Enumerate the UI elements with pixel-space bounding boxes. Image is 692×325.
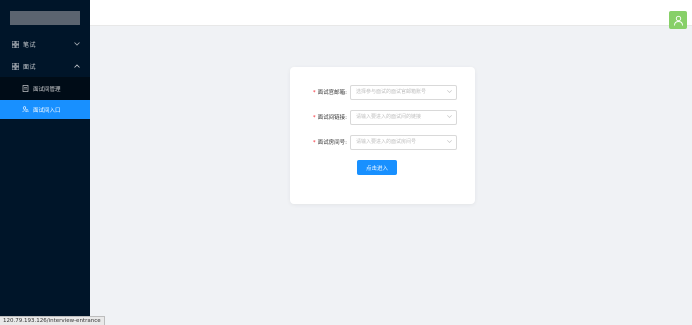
menu-label: 笔试 bbox=[23, 41, 37, 49]
menu-written-test[interactable]: 笔试 bbox=[0, 33, 90, 55]
logo-placeholder bbox=[10, 11, 80, 25]
grid-icon bbox=[11, 62, 19, 70]
form-row-room-number: * 面试房间号: 请输入要进入的面试房间号 bbox=[290, 135, 475, 151]
menu-label: 面试 bbox=[23, 63, 37, 71]
chevron-down-icon bbox=[447, 136, 452, 149]
field-label: * 面试官邮箱: bbox=[312, 90, 347, 96]
form-row-interviewer-email: * 面试官邮箱: 选择参与面试的面试官邮箱账号 bbox=[290, 85, 475, 101]
interviewer-email-select[interactable]: 选择参与面试的面试官邮箱账号 bbox=[350, 85, 457, 100]
user-search-icon bbox=[21, 106, 29, 114]
status-bar-url: 120.79.193.126/interview-entrance bbox=[0, 316, 105, 325]
enter-button[interactable]: 点击进入 bbox=[357, 160, 397, 175]
sidebar: 笔试 面试 面试间管理 面试间入口 bbox=[0, 0, 90, 325]
field-label: * 面试间链接: bbox=[312, 115, 347, 121]
top-header bbox=[90, 0, 692, 29]
chevron-down-icon bbox=[72, 41, 82, 48]
user-avatar[interactable] bbox=[669, 11, 687, 29]
submenu-label: 面试间管理 bbox=[33, 86, 61, 93]
chevron-up-icon bbox=[72, 63, 82, 70]
chevron-down-icon bbox=[447, 111, 452, 124]
submenu-item-room-entrance[interactable]: 面试间入口 bbox=[0, 100, 90, 119]
menu-interview[interactable]: 面试 bbox=[0, 55, 90, 77]
field-label: * 面试房间号: bbox=[312, 140, 347, 146]
entrance-form-card: * 面试官邮箱: 选择参与面试的面试官邮箱账号 * 面试间链接: 请输入要进入的面试… bbox=[290, 67, 475, 204]
form-row-room-link: * 面试间链接: 请输入要进入的面试间的链接 bbox=[290, 110, 475, 126]
document-icon bbox=[21, 85, 29, 93]
submenu-label: 面试间入口 bbox=[33, 107, 61, 114]
grid-icon bbox=[11, 40, 19, 48]
room-link-select[interactable]: 请输入要进入的面试间的链接 bbox=[350, 110, 457, 125]
chevron-down-icon bbox=[447, 86, 452, 99]
room-number-select[interactable]: 请输入要进入的面试房间号 bbox=[350, 135, 457, 150]
submenu-item-room-management[interactable]: 面试间管理 bbox=[0, 79, 90, 98]
user-icon bbox=[673, 11, 684, 30]
